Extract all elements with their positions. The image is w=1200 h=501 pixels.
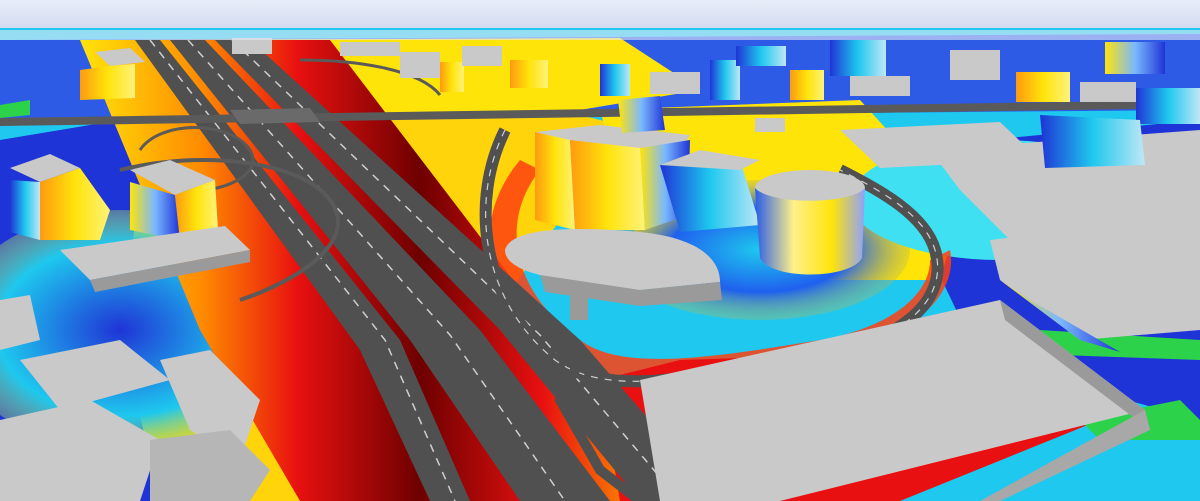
building bbox=[232, 38, 272, 54]
building bbox=[950, 50, 1000, 80]
central-tower-wall-a bbox=[535, 132, 575, 230]
building bbox=[650, 72, 700, 94]
building bbox=[1016, 72, 1070, 102]
building bbox=[1080, 82, 1136, 102]
building bbox=[710, 60, 740, 100]
noise-map-scene bbox=[0, 0, 1200, 501]
building-small-gray bbox=[755, 118, 785, 132]
building-small-center bbox=[618, 96, 665, 133]
building bbox=[400, 52, 440, 78]
building-left-wall bbox=[10, 180, 40, 240]
building bbox=[1136, 88, 1200, 124]
podium-column bbox=[570, 296, 588, 320]
central-tower-wall-b bbox=[570, 140, 645, 230]
building bbox=[790, 70, 824, 100]
building bbox=[850, 76, 910, 96]
building bbox=[340, 42, 400, 56]
building bbox=[736, 46, 786, 66]
building bbox=[830, 40, 886, 76]
block-right-wall bbox=[1040, 115, 1145, 168]
building-top-left-wall bbox=[80, 64, 135, 100]
building bbox=[462, 46, 502, 66]
building bbox=[1105, 42, 1165, 74]
overpass bbox=[230, 108, 320, 124]
building bbox=[600, 64, 630, 96]
building bbox=[510, 60, 548, 88]
horizon-haze bbox=[0, 30, 1200, 40]
cylinder-wall bbox=[755, 188, 865, 275]
building bbox=[440, 62, 464, 92]
